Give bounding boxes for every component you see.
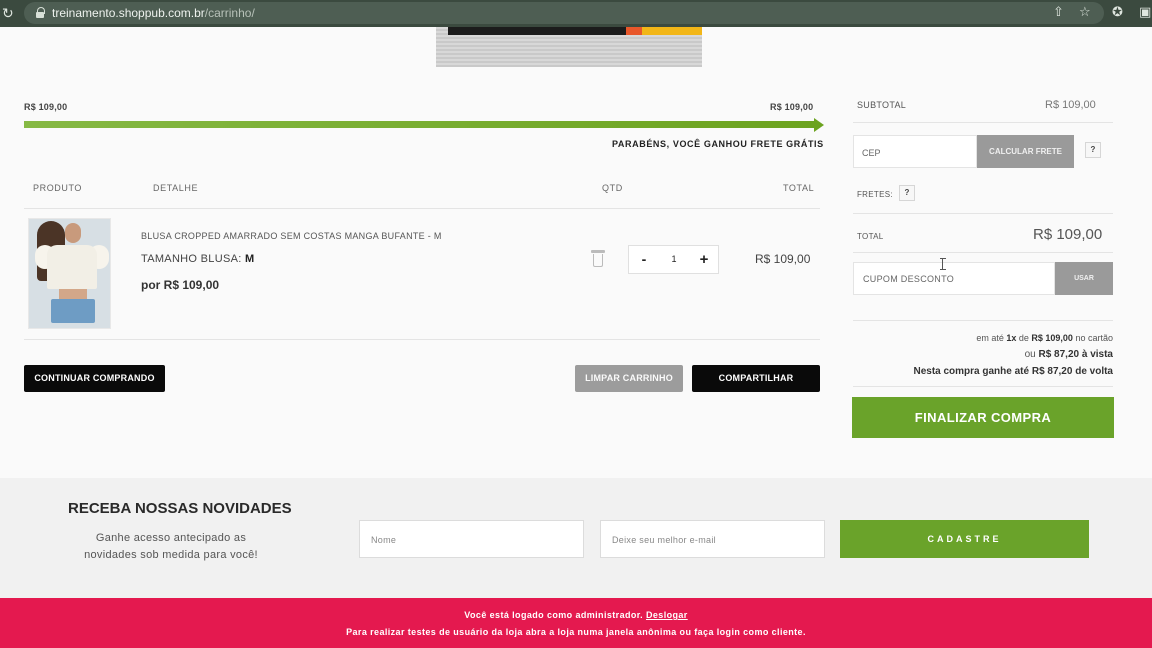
installments-info: em até 1x de R$ 109,00 no cartão bbox=[976, 333, 1113, 343]
text-cursor-icon bbox=[940, 258, 948, 270]
newsletter-email-input[interactable]: Deixe seu melhor e-mail bbox=[600, 520, 825, 558]
divider bbox=[853, 213, 1113, 214]
divider bbox=[24, 339, 820, 340]
admin-notice-instructions: Para realizar testes de usuário da loja … bbox=[346, 627, 806, 637]
cash-price-info: ou R$ 87,20 à vista bbox=[1024, 349, 1113, 360]
continue-shopping-button[interactable]: CONTINUAR COMPRANDO bbox=[24, 365, 165, 392]
coupon-input[interactable]: CUPOM DESCONTO bbox=[853, 262, 1055, 295]
divider bbox=[853, 252, 1113, 253]
reload-icon[interactable]: ↻ bbox=[2, 4, 14, 22]
newsletter-submit-button[interactable]: CADASTRE bbox=[840, 520, 1089, 558]
shipping-help-button[interactable]: ? bbox=[899, 185, 915, 201]
checkout-button[interactable]: FINALIZAR COMPRA bbox=[852, 397, 1114, 438]
free-shipping-progress-bar bbox=[24, 121, 816, 128]
quantity-decrease-button[interactable]: - bbox=[633, 246, 655, 273]
browser-toolbar: ↻ treinamento.shoppub.com.br/carrinho/ ⇧… bbox=[0, 0, 1152, 27]
quantity-increase-button[interactable]: + bbox=[693, 246, 715, 273]
quantity-value[interactable]: 1 bbox=[661, 246, 687, 273]
newsletter-name-input[interactable]: Nome bbox=[359, 520, 584, 558]
column-header-total: TOTAL bbox=[783, 183, 815, 193]
line-total: R$ 109,00 bbox=[755, 252, 811, 266]
clear-cart-button[interactable]: LIMPAR CARRINHO bbox=[575, 365, 683, 392]
total-label: TOTAL bbox=[857, 232, 884, 241]
url-text[interactable]: treinamento.shoppub.com.br/carrinho/ bbox=[52, 6, 255, 20]
column-header-detail: DETALHE bbox=[153, 183, 199, 193]
extensions-icon[interactable]: ✪ bbox=[1112, 4, 1123, 20]
share-page-icon[interactable]: ⇧ bbox=[1053, 4, 1064, 20]
subtotal-value: R$ 109,00 bbox=[1045, 99, 1096, 111]
product-name[interactable]: BLUSA CROPPED AMARRADO SEM COSTAS MANGA … bbox=[141, 231, 442, 241]
progress-arrow-icon bbox=[814, 118, 824, 132]
admin-notice-text: Você está logado como administrador. bbox=[464, 610, 644, 620]
apply-coupon-button[interactable]: USAR bbox=[1055, 262, 1113, 295]
product-unit-price: por R$ 109,00 bbox=[141, 278, 220, 292]
newsletter-title: RECEBA NOSSAS NOVIDADES bbox=[68, 500, 292, 517]
quantity-stepper[interactable]: - 1 + bbox=[628, 245, 719, 274]
divider bbox=[853, 320, 1113, 321]
trash-icon[interactable] bbox=[591, 250, 605, 267]
divider bbox=[853, 122, 1113, 123]
free-shipping-message: PARABÉNS, VOCÊ GANHOU FRETE GRÁTIS bbox=[612, 139, 824, 149]
product-thumbnail[interactable] bbox=[28, 218, 111, 329]
cep-help-button[interactable]: ? bbox=[1085, 142, 1101, 158]
share-cart-button[interactable]: COMPARTILHAR bbox=[692, 365, 820, 392]
calculate-shipping-button[interactable]: CALCULAR FRETE bbox=[977, 135, 1074, 168]
newsletter-subtitle: Ganhe acesso antecipado as novidades sob… bbox=[84, 532, 258, 561]
total-value: R$ 109,00 bbox=[1033, 226, 1103, 243]
cashback-info: Nesta compra ganhe até R$ 87,20 de volta bbox=[913, 366, 1113, 377]
lock-icon[interactable] bbox=[36, 7, 45, 18]
column-header-qty: QTD bbox=[602, 183, 623, 193]
shipping-label: FRETES: bbox=[857, 190, 893, 199]
divider bbox=[853, 386, 1113, 387]
bookmark-star-icon[interactable]: ☆ bbox=[1079, 4, 1091, 20]
logout-link[interactable]: Deslogar bbox=[646, 610, 688, 620]
product-image-partial bbox=[436, 27, 702, 67]
subtotal-label: SUBTOTAL bbox=[857, 100, 907, 110]
progress-end-value: R$ 109,00 bbox=[770, 102, 814, 112]
progress-start-value: R$ 109,00 bbox=[24, 102, 68, 112]
divider bbox=[24, 208, 820, 209]
cep-input[interactable]: CEP bbox=[853, 135, 977, 168]
column-header-product: PRODUTO bbox=[33, 183, 83, 193]
side-panel-icon[interactable]: ▣ bbox=[1139, 4, 1151, 20]
admin-notice-bar: Você está logado como administrador. Des… bbox=[0, 598, 1152, 648]
address-bar[interactable]: treinamento.shoppub.com.br/carrinho/ bbox=[24, 2, 1104, 24]
product-variant: TAMANHO BLUSA: M bbox=[141, 253, 255, 265]
